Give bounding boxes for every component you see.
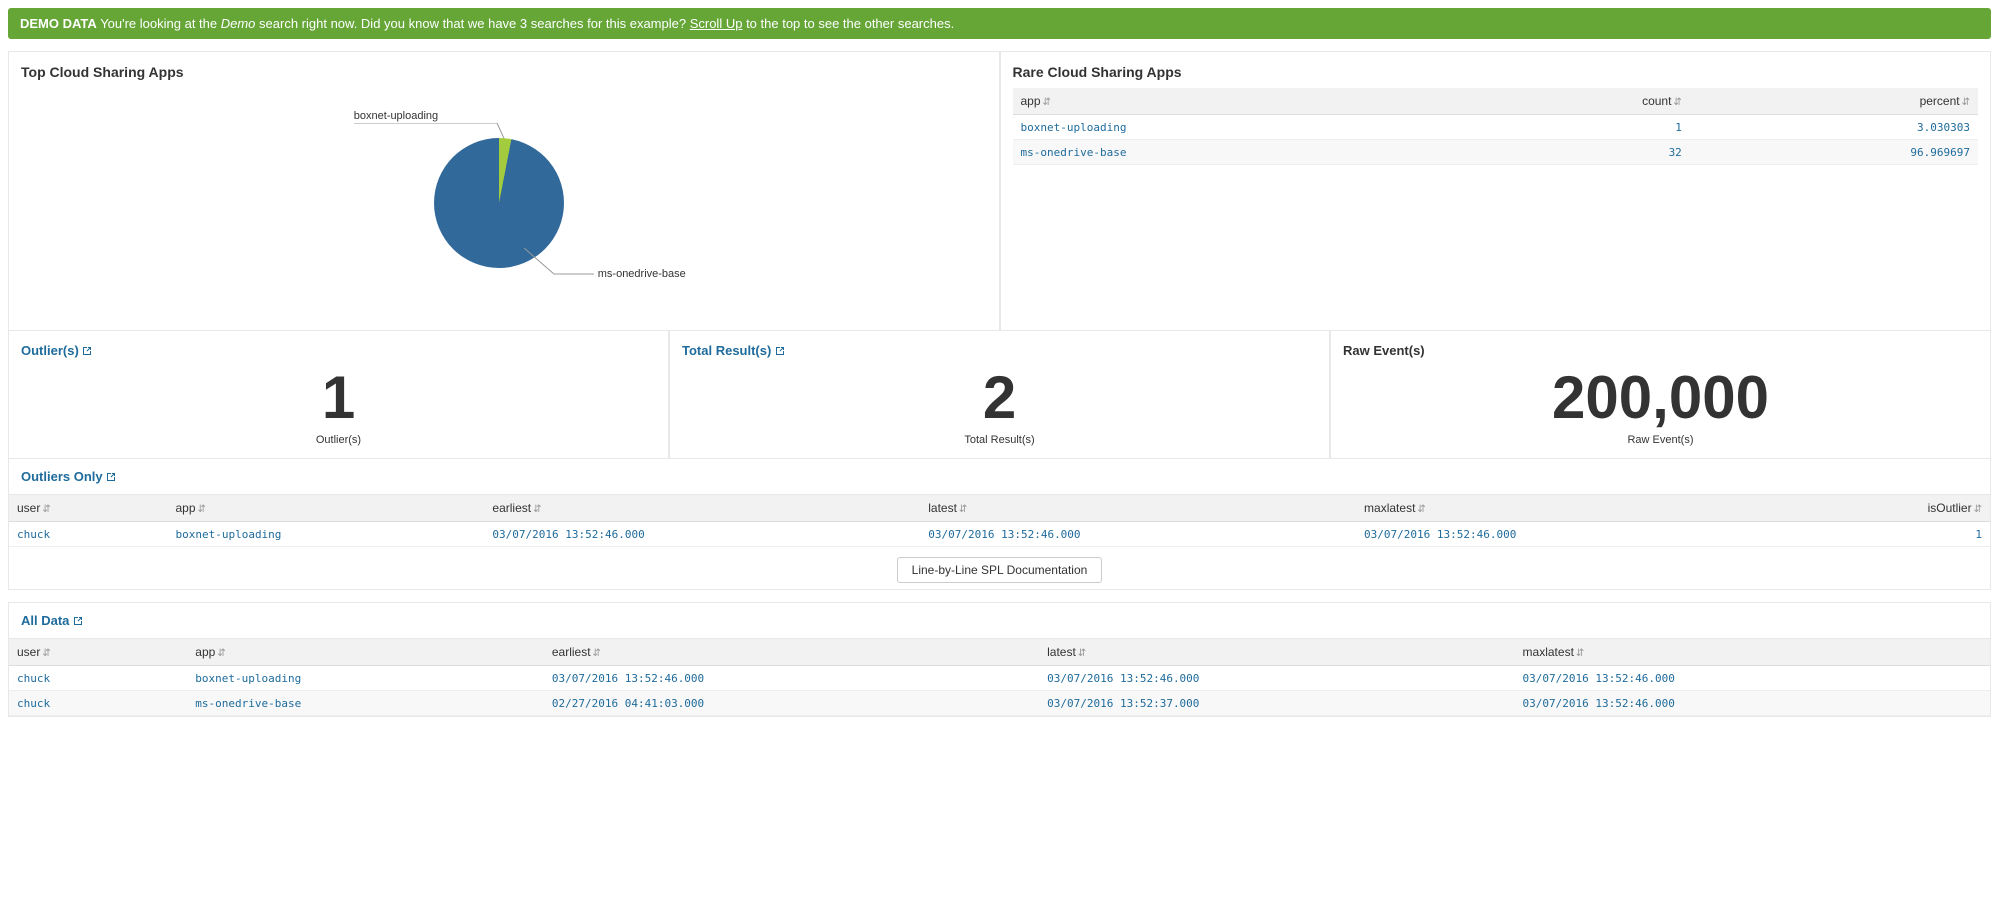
sort-icon: ⇵ [593, 648, 601, 659]
table-row: chuck boxnet-uploading 03/07/2016 13:52:… [9, 522, 1990, 547]
raw-stat-title: Raw Event(s) [1343, 343, 1978, 358]
th-maxlatest[interactable]: maxlatest⇵ [1356, 495, 1792, 522]
sort-icon: ⇵ [42, 504, 50, 515]
top-panel-title: Top Cloud Sharing Apps [21, 64, 987, 80]
banner-text-3: to the top to see the other searches. [742, 16, 954, 31]
th-latest[interactable]: latest⇵ [920, 495, 1356, 522]
total-value: 2 [682, 368, 1317, 428]
raw-sublabel: Raw Event(s) [1343, 434, 1978, 446]
outliers-value: 1 [21, 368, 656, 428]
cell-earliest: 03/07/2016 13:52:46.000 [492, 528, 644, 541]
external-link-icon [775, 343, 785, 358]
demo-data-banner: DEMO DATA You're looking at the Demo sea… [8, 8, 1991, 39]
cell-earliest: 02/27/2016 04:41:03.000 [552, 697, 704, 710]
cell-user[interactable]: chuck [17, 697, 50, 710]
table-row: chuck ms-onedrive-base 02/27/2016 04:41:… [9, 691, 1990, 716]
all-data-table: user⇵ app⇵ earliest⇵ latest⇵ maxlatest⇵ … [9, 639, 1990, 716]
th-user[interactable]: user⇵ [9, 639, 187, 666]
sort-icon: ⇵ [1417, 504, 1425, 515]
table-row: chuck boxnet-uploading 03/07/2016 13:52:… [9, 666, 1990, 691]
banner-italic: Demo [221, 16, 256, 31]
spl-doc-button[interactable]: Line-by-Line SPL Documentation [897, 557, 1103, 583]
rare-app[interactable]: boxnet-uploading [1021, 121, 1127, 134]
rare-percent: 3.030303 [1917, 121, 1970, 134]
all-data-header[interactable]: All Data [8, 602, 1991, 639]
cell-app[interactable]: boxnet-uploading [175, 528, 281, 541]
pie-chart: boxnet-uploading ms-onedrive-base [254, 88, 754, 318]
external-link-icon [82, 343, 92, 358]
rare-panel-title: Rare Cloud Sharing Apps [1013, 64, 1979, 80]
rare-th-percent[interactable]: percent⇵ [1690, 88, 1978, 115]
outliers-stat-panel: Outlier(s) 1 Outlier(s) [8, 330, 669, 459]
raw-events-stat-panel: Raw Event(s) 200,000 Raw Event(s) [1330, 330, 1991, 459]
sort-icon: ⇵ [533, 504, 541, 515]
cell-app[interactable]: ms-onedrive-base [195, 697, 301, 710]
banner-text-2: search right now. Did you know that we h… [255, 16, 689, 31]
cell-isoutlier: 1 [1975, 528, 1982, 541]
external-link-icon [106, 469, 116, 484]
rare-count: 32 [1669, 146, 1682, 159]
sort-icon: ⇵ [1043, 97, 1051, 108]
external-link-icon [73, 613, 83, 628]
th-user[interactable]: user⇵ [9, 495, 167, 522]
total-results-stat-panel: Total Result(s) 2 Total Result(s) [669, 330, 1330, 459]
raw-value: 200,000 [1343, 368, 1978, 428]
outliers-only-header[interactable]: Outliers Only [8, 458, 1991, 495]
cell-latest: 03/07/2016 13:52:46.000 [928, 528, 1080, 541]
th-isoutlier[interactable]: isOutlier⇵ [1792, 495, 1990, 522]
rare-count: 1 [1675, 121, 1682, 134]
outliers-stat-title[interactable]: Outlier(s) [21, 343, 656, 358]
pie-label-top: boxnet-uploading [354, 110, 438, 122]
sort-icon: ⇵ [1576, 648, 1584, 659]
sort-icon: ⇵ [198, 504, 206, 515]
cell-earliest: 03/07/2016 13:52:46.000 [552, 672, 704, 685]
rare-th-count[interactable]: count⇵ [1477, 88, 1689, 115]
pie-label-bottom: ms-onedrive-base [598, 268, 686, 280]
rare-cloud-sharing-panel: Rare Cloud Sharing Apps app⇵ count⇵ perc… [1000, 51, 1992, 331]
outliers-only-table: user⇵ app⇵ earliest⇵ latest⇵ maxlatest⇵ … [9, 495, 1990, 547]
table-row: boxnet-uploading 1 3.030303 [1013, 115, 1979, 140]
banner-prefix: DEMO DATA [20, 16, 97, 31]
th-earliest[interactable]: earliest⇵ [484, 495, 920, 522]
rare-th-app[interactable]: app⇵ [1013, 88, 1478, 115]
banner-text-1: You're looking at the [100, 16, 221, 31]
rare-percent: 96.969697 [1910, 146, 1970, 159]
cell-latest: 03/07/2016 13:52:37.000 [1047, 697, 1199, 710]
cell-user[interactable]: chuck [17, 528, 50, 541]
outliers-sublabel: Outlier(s) [21, 434, 656, 446]
top-cloud-sharing-panel: Top Cloud Sharing Apps boxnet-uploading … [8, 51, 1000, 331]
total-sublabel: Total Result(s) [682, 434, 1317, 446]
cell-user[interactable]: chuck [17, 672, 50, 685]
cell-app[interactable]: boxnet-uploading [195, 672, 301, 685]
table-row: ms-onedrive-base 32 96.969697 [1013, 140, 1979, 165]
th-app[interactable]: app⇵ [187, 639, 544, 666]
sort-icon: ⇵ [959, 504, 967, 515]
th-earliest[interactable]: earliest⇵ [544, 639, 1039, 666]
cell-maxlatest: 03/07/2016 13:52:46.000 [1364, 528, 1516, 541]
sort-icon: ⇵ [42, 648, 50, 659]
th-maxlatest[interactable]: maxlatest⇵ [1515, 639, 1990, 666]
cell-latest: 03/07/2016 13:52:46.000 [1047, 672, 1199, 685]
cell-maxlatest: 03/07/2016 13:52:46.000 [1523, 697, 1675, 710]
sort-icon: ⇵ [1962, 97, 1970, 108]
banner-scroll-link[interactable]: Scroll Up [690, 16, 743, 31]
rare-app[interactable]: ms-onedrive-base [1021, 146, 1127, 159]
sort-icon: ⇵ [1974, 504, 1982, 515]
sort-icon: ⇵ [1673, 97, 1681, 108]
th-latest[interactable]: latest⇵ [1039, 639, 1514, 666]
sort-icon: ⇵ [1078, 648, 1086, 659]
th-app[interactable]: app⇵ [167, 495, 484, 522]
sort-icon: ⇵ [217, 648, 225, 659]
total-stat-title[interactable]: Total Result(s) [682, 343, 1317, 358]
rare-table: app⇵ count⇵ percent⇵ boxnet-uploading 1 … [1013, 88, 1979, 165]
cell-maxlatest: 03/07/2016 13:52:46.000 [1523, 672, 1675, 685]
